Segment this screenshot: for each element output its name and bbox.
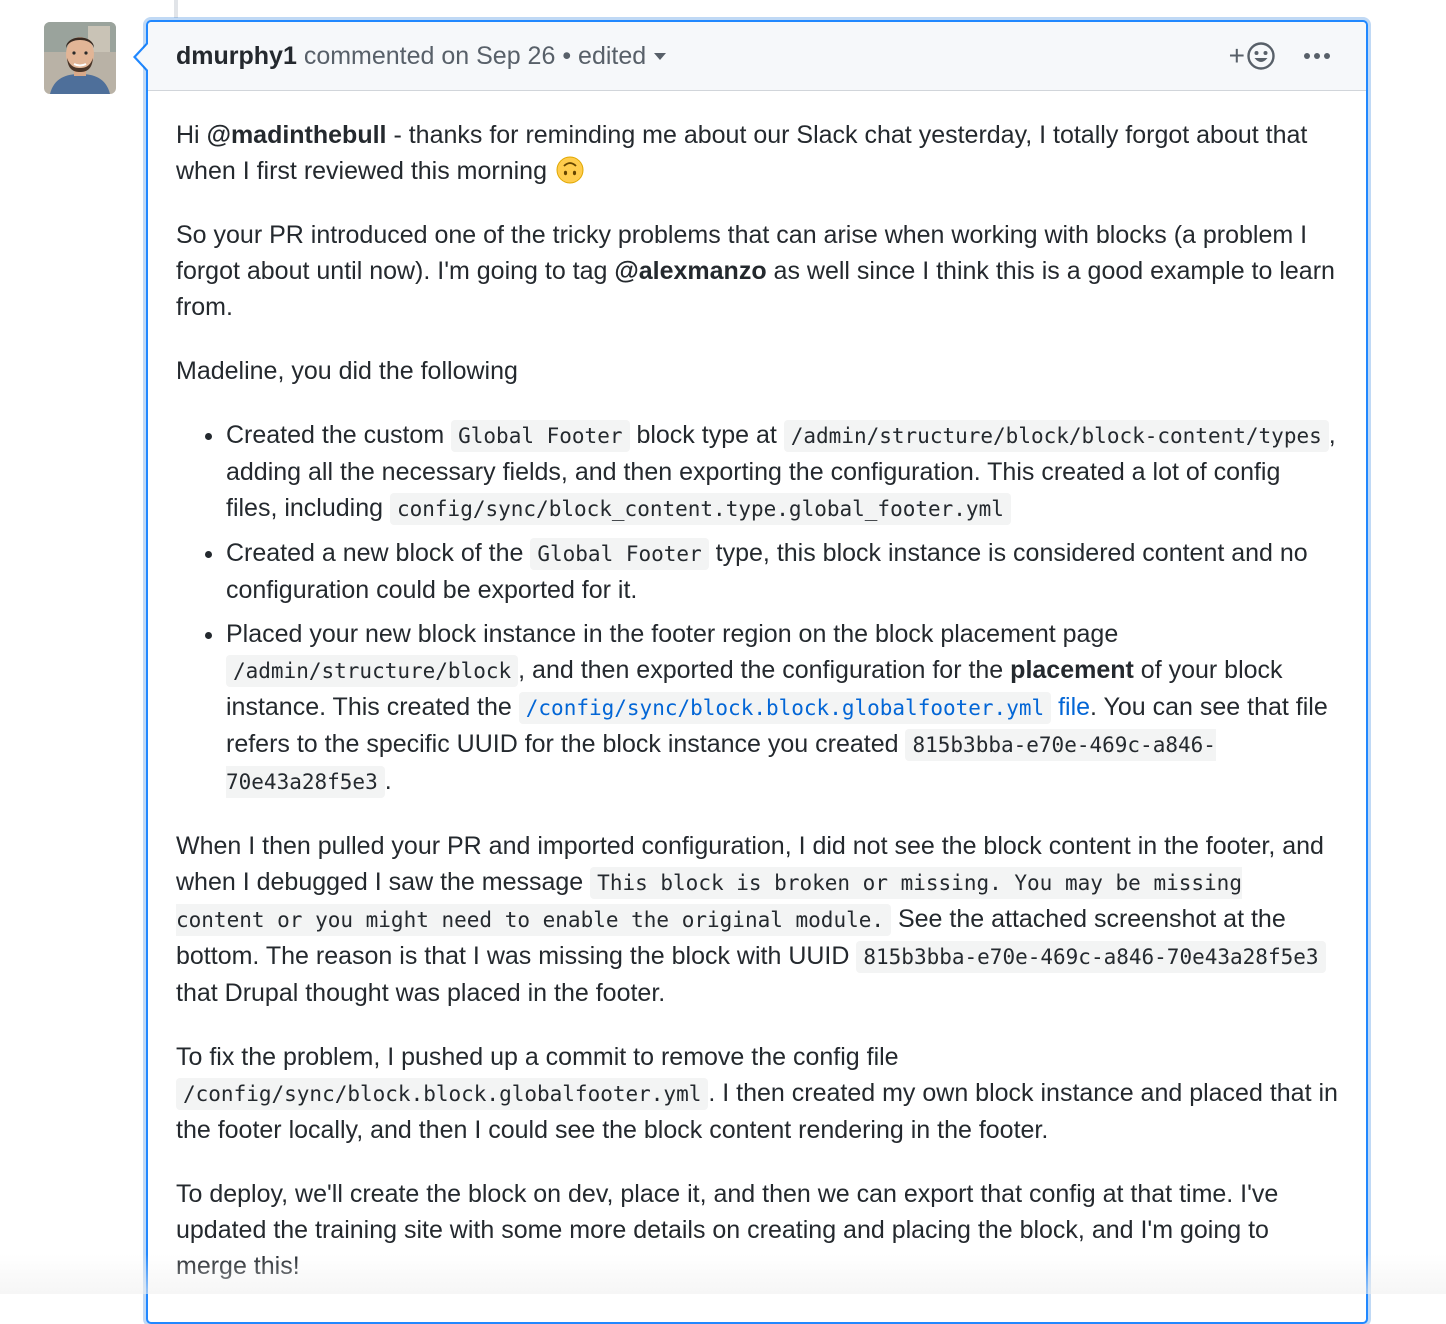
- reaction-plus: +: [1228, 40, 1245, 71]
- inline-code: Global Footer: [451, 420, 630, 452]
- comment-header: dmurphy1 commented on Sep 26 • edited +: [148, 22, 1366, 91]
- paragraph-debug: When I then pulled your PR and imported …: [176, 832, 1326, 1007]
- upside-down-face-emoji-icon: [556, 156, 584, 184]
- author-link[interactable]: dmurphy1: [176, 42, 297, 70]
- inline-code: /admin/structure/block: [226, 655, 519, 687]
- add-reaction-button[interactable]: +: [1229, 40, 1276, 72]
- paragraph-deploy: To deploy, we'll create the block on dev…: [176, 1180, 1279, 1280]
- inline-code: config/sync/block_content.type.global_fo…: [389, 493, 1011, 525]
- paragraph-intro: So your PR introduced one of the tricky …: [176, 221, 1335, 321]
- comment-caret-inner: [136, 44, 148, 70]
- header-separator: •: [562, 42, 572, 70]
- kebab-horizontal-icon: [1304, 53, 1310, 59]
- mention-alexmanzo[interactable]: @alexmanzo: [614, 257, 766, 285]
- paragraph-greeting: Hi @madinthebull - thanks for reminding …: [176, 121, 1308, 185]
- commented-timestamp[interactable]: commented on Sep 26: [304, 42, 556, 70]
- list-item: Created a new block of the Global Footer…: [226, 535, 1338, 608]
- edited-dropdown[interactable]: edited: [578, 42, 667, 70]
- comment-box: dmurphy1 commented on Sep 26 • edited + …: [146, 20, 1368, 1324]
- smiley-icon: [1247, 42, 1275, 70]
- avatar-image: [44, 22, 116, 94]
- more-options-button[interactable]: [1302, 40, 1332, 72]
- paragraph-following: Madeline, you did the following: [176, 357, 518, 385]
- mention-madinthebull[interactable]: @madinthebull: [207, 121, 387, 149]
- avatar[interactable]: [44, 22, 116, 94]
- bold-text: placement: [1010, 656, 1134, 684]
- inline-code: Global Footer: [530, 538, 709, 570]
- edited-label: edited: [578, 42, 647, 70]
- steps-list: Created the custom Global Footer block t…: [176, 417, 1338, 800]
- timeline-line: [174, 0, 178, 18]
- inline-code: 815b3bba-e70e-469c-a846-70e43a28f5e3: [856, 941, 1326, 973]
- list-item: Placed your new block instance in the fo…: [226, 616, 1338, 800]
- inline-code: /admin/structure/block/block-content/typ…: [783, 420, 1329, 452]
- paragraph-fix: To fix the problem, I pushed up a commit…: [176, 1043, 1338, 1144]
- config-file-link[interactable]: /config/sync/block.block.globalfooter.ym…: [518, 692, 1090, 724]
- inline-code-link: /config/sync/block.block.globalfooter.ym…: [518, 692, 1052, 724]
- chevron-down-icon: [654, 52, 667, 60]
- inline-code: /config/sync/block.block.globalfooter.ym…: [176, 1078, 709, 1110]
- list-item: Created the custom Global Footer block t…: [226, 417, 1338, 527]
- comment-body: Hi @madinthebull - thanks for reminding …: [148, 91, 1366, 1284]
